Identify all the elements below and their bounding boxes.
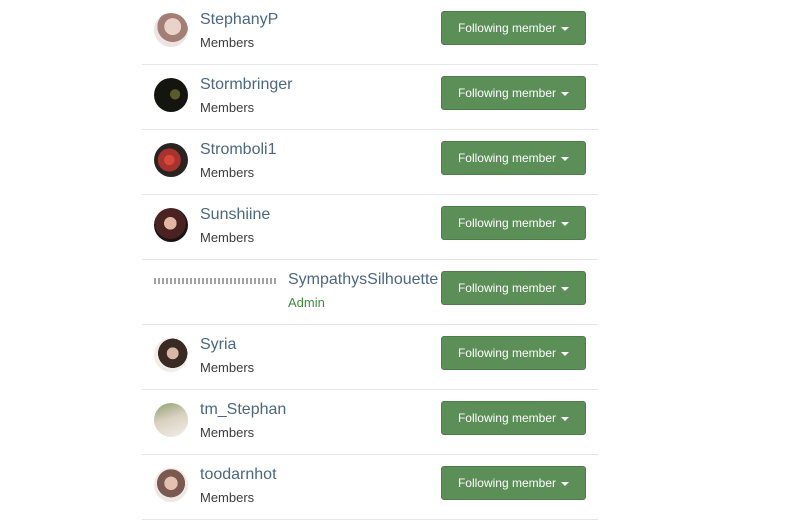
avatar[interactable] — [154, 208, 188, 242]
following-member-label: Following member — [457, 216, 557, 230]
member-role: Members — [200, 230, 255, 245]
member-row: StephanyP Members Following member — [142, 0, 598, 65]
member-name[interactable]: Sunshiine — [200, 206, 270, 224]
following-member-label: Following member — [457, 86, 557, 100]
caret-down-icon — [561, 156, 570, 161]
avatar[interactable] — [154, 78, 188, 112]
following-member-button[interactable]: Following member — [441, 11, 586, 45]
member-name[interactable]: SympathysSilhouette — [288, 271, 438, 289]
following-member-label: Following member — [457, 281, 557, 295]
member-name[interactable]: Stormbringer — [200, 76, 292, 94]
following-member-button[interactable]: Following member — [441, 336, 586, 370]
following-member-label: Following member — [457, 346, 557, 360]
caret-down-icon — [561, 26, 570, 31]
member-role: Members — [200, 490, 255, 505]
member-role: Members — [200, 165, 255, 180]
avatar[interactable] — [154, 468, 188, 502]
member-row: Sunshiine Members Following member — [142, 195, 598, 260]
avatar[interactable] — [154, 403, 188, 437]
caret-down-icon — [561, 481, 570, 486]
following-member-button[interactable]: Following member — [441, 466, 586, 500]
following-member-button[interactable]: Following member — [441, 76, 586, 110]
caret-down-icon — [561, 416, 570, 421]
avatar[interactable] — [154, 338, 188, 372]
member-row: SympathysSilhouette Admin Following memb… — [142, 260, 598, 325]
following-member-button[interactable]: Following member — [441, 271, 586, 305]
following-member-label: Following member — [457, 476, 557, 490]
caret-down-icon — [561, 91, 570, 96]
following-member-label: Following member — [457, 411, 557, 425]
member-row: toodarnhot Members Following member — [142, 455, 598, 520]
member-role: Members — [200, 360, 255, 375]
caret-down-icon — [561, 351, 570, 356]
following-member-button[interactable]: Following member — [441, 141, 586, 175]
member-role: Members — [200, 100, 255, 115]
following-member-button[interactable]: Following member — [441, 206, 586, 240]
member-name[interactable]: tm_Stephan — [200, 401, 286, 419]
avatar[interactable] — [154, 13, 188, 47]
avatar-banner[interactable] — [154, 278, 276, 284]
member-name[interactable]: Syria — [200, 336, 236, 354]
member-role: Members — [200, 35, 255, 50]
member-row: Stormbringer Members Following member — [142, 65, 598, 130]
member-role: Members — [200, 425, 255, 440]
member-row: Stromboli1 Members Following member — [142, 130, 598, 195]
member-name[interactable]: Stromboli1 — [200, 141, 276, 159]
following-member-label: Following member — [457, 21, 557, 35]
following-member-label: Following member — [457, 151, 557, 165]
member-name[interactable]: StephanyP — [200, 11, 278, 29]
caret-down-icon — [561, 286, 570, 291]
avatar[interactable] — [154, 143, 188, 177]
member-row: tm_Stephan Members Following member — [142, 390, 598, 455]
caret-down-icon — [561, 221, 570, 226]
following-member-button[interactable]: Following member — [441, 401, 586, 435]
member-name[interactable]: toodarnhot — [200, 466, 277, 484]
member-role: Admin — [288, 295, 325, 310]
member-row: Syria Members Following member — [142, 325, 598, 390]
member-list: StephanyP Members Following member Storm… — [142, 0, 598, 520]
